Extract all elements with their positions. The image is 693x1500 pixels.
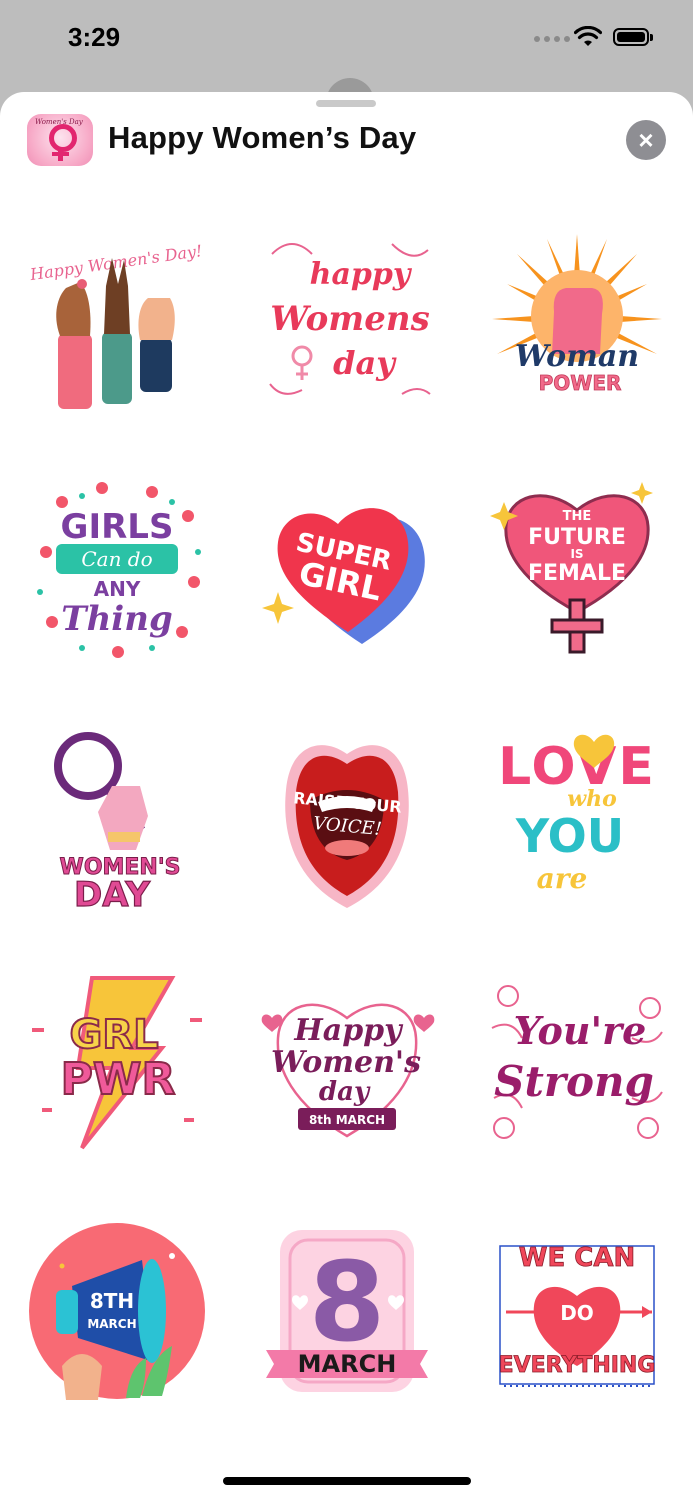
sticker-super-girl[interactable]: SUPER GIRL <box>252 472 442 662</box>
sticker-text: YOU <box>515 809 624 863</box>
sticker-womens-day-fist[interactable]: WOMEN'S DAY <box>22 720 212 916</box>
sheet-header: Women's Day Happy Women’s Day × <box>0 112 693 172</box>
sticker-grid: Happy Women's Day! happy Womens day Woma… <box>22 224 672 1406</box>
sticker-happy-womens-day-hands[interactable]: Happy Women's Day! <box>22 224 212 414</box>
sticker-text: Happy <box>293 1013 404 1048</box>
close-icon: × <box>638 125 654 155</box>
sticker-text: Woman <box>515 339 639 374</box>
cellular-signal-icon <box>534 36 570 42</box>
sticker-happy-womens-day-8th-march[interactable]: Happy Women's day 8th MARCH <box>252 968 442 1158</box>
sticker-text: day <box>333 344 397 382</box>
status-bar: 3:29 <box>0 0 693 90</box>
sticker-happy-womens-day-lettering[interactable]: happy Womens day <box>252 224 442 414</box>
sticker-text: GIRLS <box>61 507 174 547</box>
sticker-text: THE <box>563 509 592 524</box>
home-indicator <box>223 1477 471 1485</box>
sticker-text: WE CAN <box>519 1243 635 1273</box>
sticker-text: PWR <box>61 1054 176 1105</box>
sticker-text: Thing <box>61 599 172 639</box>
sticker-text: GRL <box>69 1012 158 1058</box>
sticker-text: are <box>537 862 588 895</box>
sticker-grl-pwr[interactable]: GRL PWR <box>22 968 212 1158</box>
sheet-title: Happy Women’s Day <box>108 120 417 155</box>
sticker-text: DO <box>560 1301 594 1325</box>
sticker-text: Womens <box>270 299 430 339</box>
sticker-text: Women's <box>271 1045 421 1080</box>
sticker-text: Can do <box>81 547 152 571</box>
sticker-text: IS <box>570 547 583 561</box>
sticker-text: You're <box>514 1008 647 1053</box>
app-icon: Women's Day <box>27 114 93 166</box>
sticker-we-can-do-everything[interactable]: WE CAN DO EVERYTHING <box>482 1216 672 1406</box>
sheet-grabber[interactable] <box>316 100 376 107</box>
sticker-text: ANY <box>94 577 141 601</box>
sticker-future-is-female[interactable]: THE FUTURE IS FEMALE <box>482 472 672 662</box>
sticker-text: MARCH <box>87 1317 136 1331</box>
sticker-sheet: Women's Day Happy Women’s Day × Happy Wo… <box>0 92 693 1500</box>
sticker-text: day <box>319 1077 371 1107</box>
sticker-text: DAY <box>74 875 150 915</box>
sticker-girls-can-do-anything[interactable]: GIRLS Can do ANY Thing <box>22 472 212 662</box>
sticker-text: happy <box>310 257 413 292</box>
sticker-love-who-you-are[interactable]: LOVE who YOU are <box>482 720 672 910</box>
sticker-text: POWER <box>539 371 622 395</box>
sticker-text: EVERYTHING <box>499 1353 656 1378</box>
sticker-raise-your-voice[interactable]: RAISE YOUR VOICE! <box>252 720 442 910</box>
sticker-text: FEMALE <box>528 561 626 586</box>
sticker-youre-strong[interactable]: You're Strong <box>482 968 672 1158</box>
battery-icon <box>613 28 653 46</box>
sticker-text: 8 <box>309 1238 386 1366</box>
sticker-text: MARCH <box>298 1350 397 1378</box>
sticker-text: 8TH <box>90 1289 134 1313</box>
close-button[interactable]: × <box>626 120 666 160</box>
sticker-text: 8th MARCH <box>309 1113 385 1127</box>
sticker-text: Strong <box>494 1057 654 1106</box>
sticker-8th-march-megaphone[interactable]: 8TH MARCH <box>22 1216 212 1406</box>
status-time: 3:29 <box>68 22 121 52</box>
sticker-woman-power[interactable]: Woman POWER <box>482 224 672 414</box>
wifi-icon <box>574 26 602 46</box>
sticker-8-march[interactable]: 8 MARCH <box>252 1216 442 1406</box>
